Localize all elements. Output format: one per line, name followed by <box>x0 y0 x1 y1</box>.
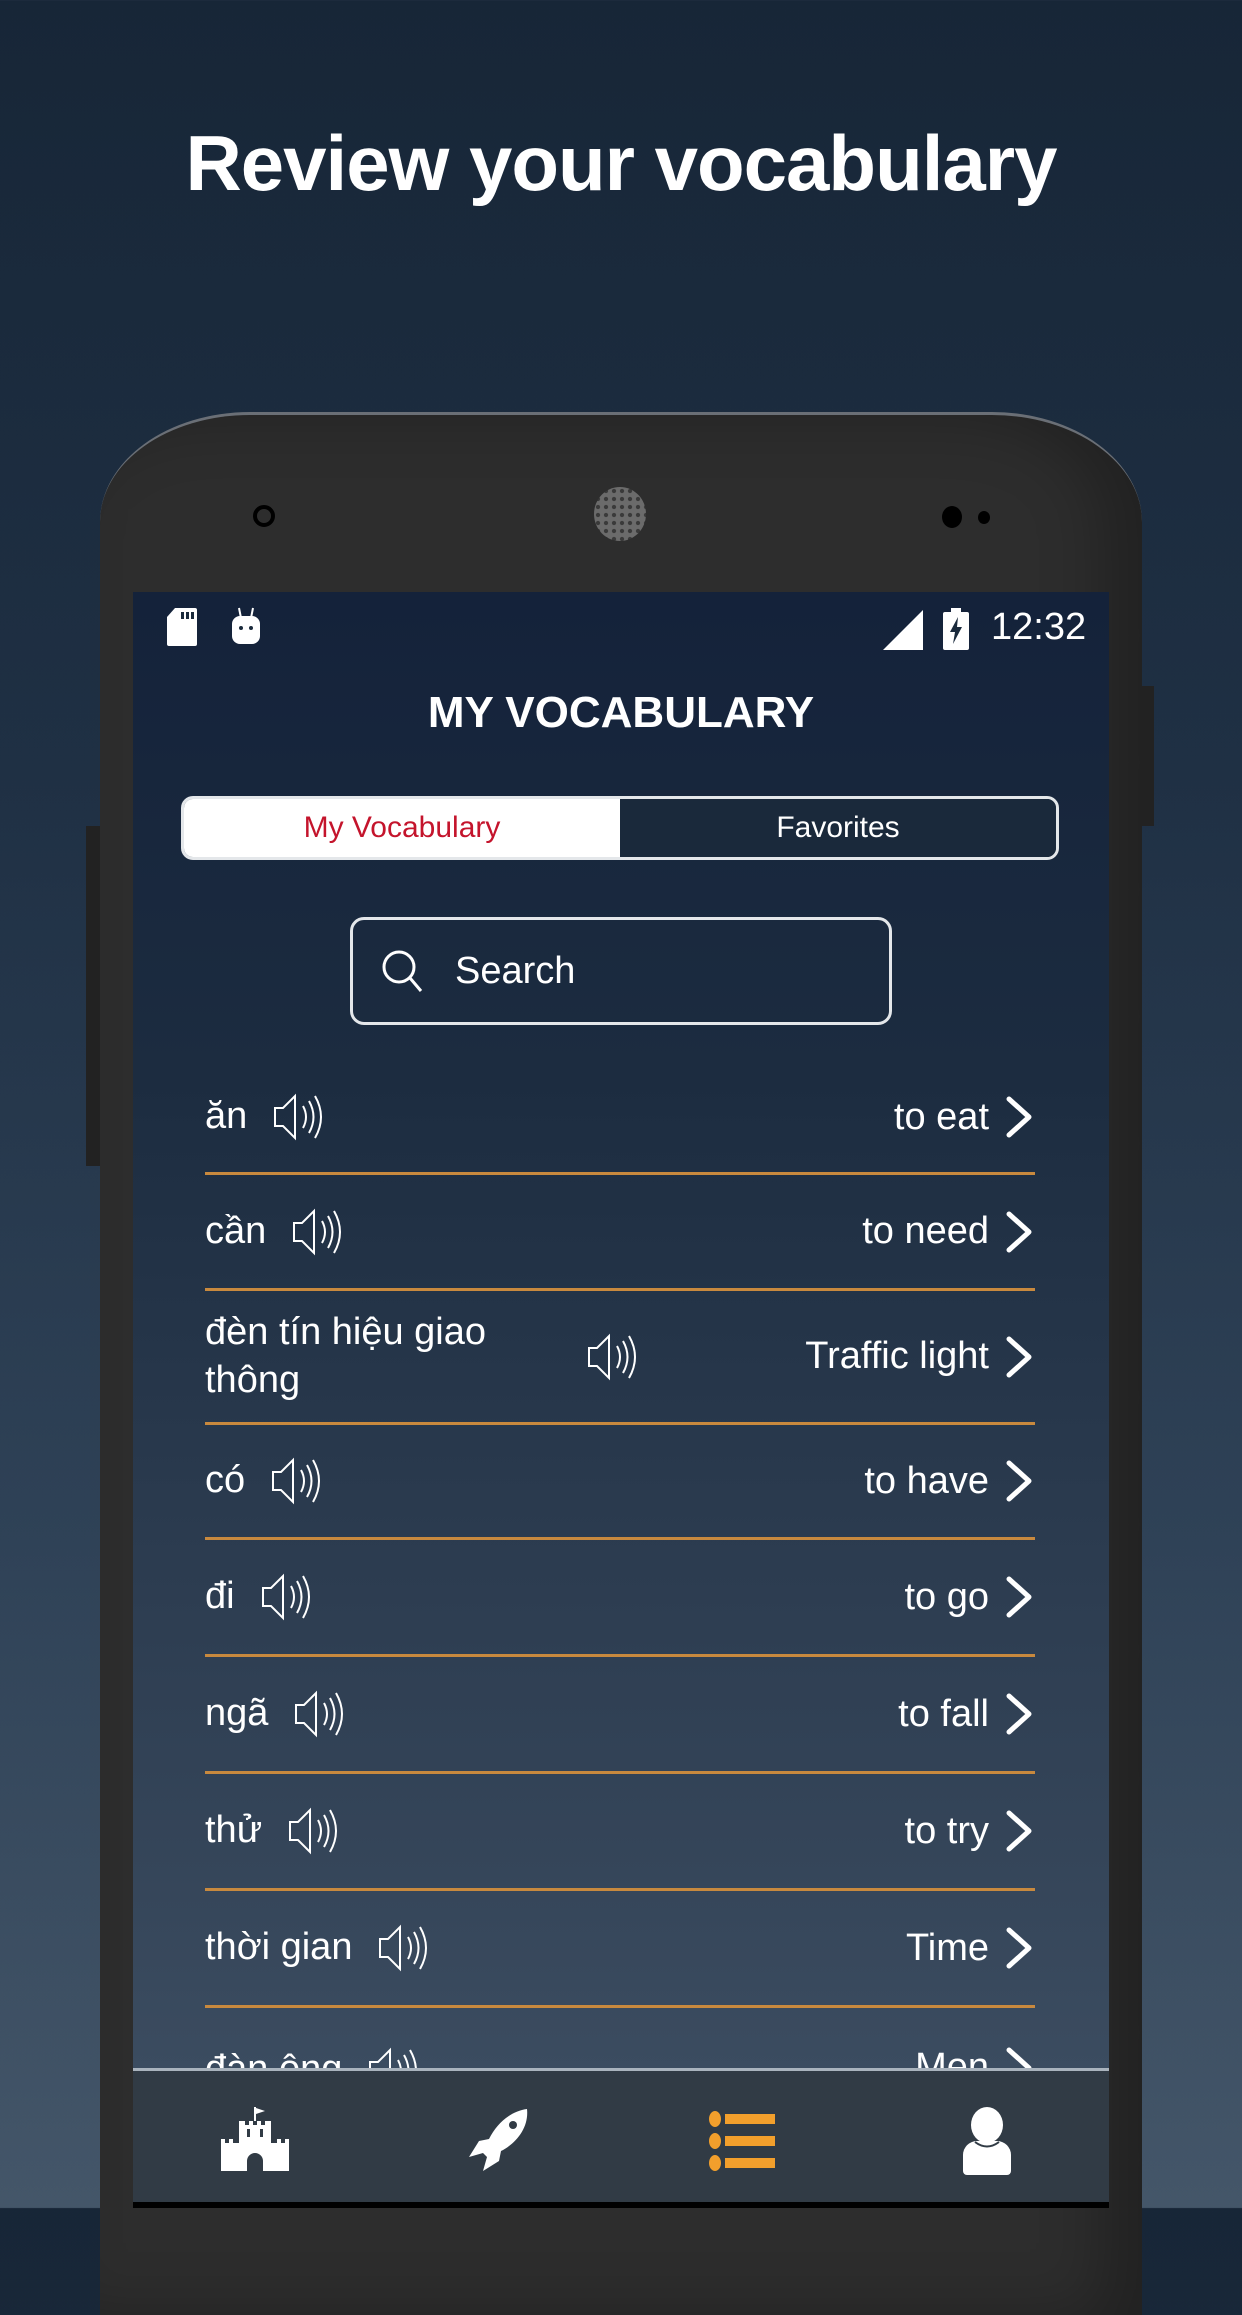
word-translation: to fall <box>898 1692 989 1735</box>
chevron-right-icon <box>1003 1210 1035 1254</box>
word-vietnamese: đàn ông <box>205 2046 342 2068</box>
page-title: MY VOCABULARY <box>427 688 815 737</box>
list-item[interactable]: có to have <box>205 1425 1035 1540</box>
word-vietnamese: đi <box>205 1575 235 1618</box>
chevron-right-icon <box>1003 2046 1035 2068</box>
chevron-right-icon <box>1003 1926 1035 1970</box>
tab-my-vocabulary[interactable]: My Vocabulary <box>184 799 620 857</box>
vocabulary-list: ăn to eat cần to need đèn tín hiệu giao … <box>205 1062 1035 2068</box>
speaker-icon[interactable] <box>366 2046 426 2068</box>
tab-favorites[interactable]: Favorites <box>620 799 1056 857</box>
list-item[interactable]: thử to try <box>205 1774 1035 1891</box>
word-vietnamese: đèn tín hiệu giao thông <box>205 1311 487 1401</box>
phone-screen: 12:32 MY VOCABULARY My Vocabulary Favori… <box>133 592 1109 2208</box>
vocabulary-tabs: My Vocabulary Favorites <box>181 796 1059 860</box>
word-translation: to go <box>904 1575 989 1618</box>
speaker-icon[interactable] <box>286 1806 346 1856</box>
phone-side-button <box>86 826 100 1166</box>
phone-side-button <box>1142 686 1154 826</box>
word-translation: Time <box>905 1926 989 1969</box>
promo-title: Review your vocabulary <box>185 119 1057 207</box>
castle-icon <box>221 2107 289 2175</box>
chevron-right-icon <box>1003 1335 1035 1379</box>
rocket-icon <box>469 2109 528 2171</box>
chevron-right-icon <box>1003 1809 1035 1853</box>
search-box[interactable] <box>350 917 892 1025</box>
status-time: 12:32 <box>991 606 1087 648</box>
chevron-right-icon <box>1003 1692 1035 1736</box>
search-icon <box>382 950 423 992</box>
nav-practice[interactable] <box>377 2071 621 2208</box>
word-vietnamese: ngã <box>205 1692 269 1735</box>
list-item[interactable]: đi to go <box>205 1540 1035 1657</box>
screen-bezel-bottom <box>133 2202 1109 2208</box>
speaker-icon[interactable] <box>376 1923 436 1973</box>
sd-card-icon <box>167 608 197 646</box>
nav-profile[interactable] <box>865 2071 1109 2208</box>
word-translation: Men <box>915 2046 989 2068</box>
android-icon <box>232 607 260 644</box>
speaker-icon[interactable] <box>259 1572 319 1622</box>
word-vietnamese: ăn <box>205 1095 248 1138</box>
speaker-icon[interactable] <box>269 1456 329 1506</box>
chevron-right-icon <box>1003 1095 1035 1139</box>
list-item[interactable]: ngã to fall <box>205 1657 1035 1774</box>
list-item[interactable]: đàn ông Men <box>205 2008 1035 2068</box>
chevron-right-icon <box>1003 1459 1035 1503</box>
nav-vocabulary[interactable] <box>621 2071 865 2208</box>
speaker-icon[interactable] <box>585 1332 645 1382</box>
word-vietnamese: có <box>205 1459 246 1502</box>
list-icon <box>709 2111 775 2171</box>
battery-charging-icon <box>943 608 969 650</box>
user-icon <box>963 2107 1011 2175</box>
chevron-right-icon <box>1003 1575 1035 1619</box>
list-item[interactable]: đèn tín hiệu giao thông Traffic light <box>205 1291 1035 1425</box>
front-camera <box>253 505 275 527</box>
earpiece-speaker <box>594 487 646 541</box>
list-item[interactable]: thời gian Time <box>205 1891 1035 2008</box>
word-vietnamese: thử <box>205 1809 263 1852</box>
nav-home[interactable] <box>133 2071 377 2208</box>
word-vietnamese: cần <box>205 1209 267 1252</box>
signal-icon <box>883 610 923 650</box>
list-item[interactable]: cần to need <box>205 1175 1035 1291</box>
speaker-icon[interactable] <box>292 1689 352 1739</box>
bottom-navigation <box>133 2068 1109 2208</box>
word-translation: to eat <box>893 1095 989 1138</box>
search-input[interactable] <box>453 948 837 994</box>
word-translation: to need <box>862 1210 989 1252</box>
list-item[interactable]: ăn to eat <box>205 1062 1035 1175</box>
word-translation: Traffic light <box>805 1335 989 1377</box>
word-vietnamese: thời gian <box>205 1926 353 1969</box>
word-translation: to have <box>864 1459 989 1502</box>
speaker-icon[interactable] <box>271 1092 331 1142</box>
word-translation: to try <box>904 1809 989 1852</box>
light-sensor <box>978 511 990 524</box>
speaker-icon[interactable] <box>290 1207 350 1257</box>
status-bar: 12:32 <box>133 592 1109 662</box>
proximity-sensor <box>942 506 962 528</box>
